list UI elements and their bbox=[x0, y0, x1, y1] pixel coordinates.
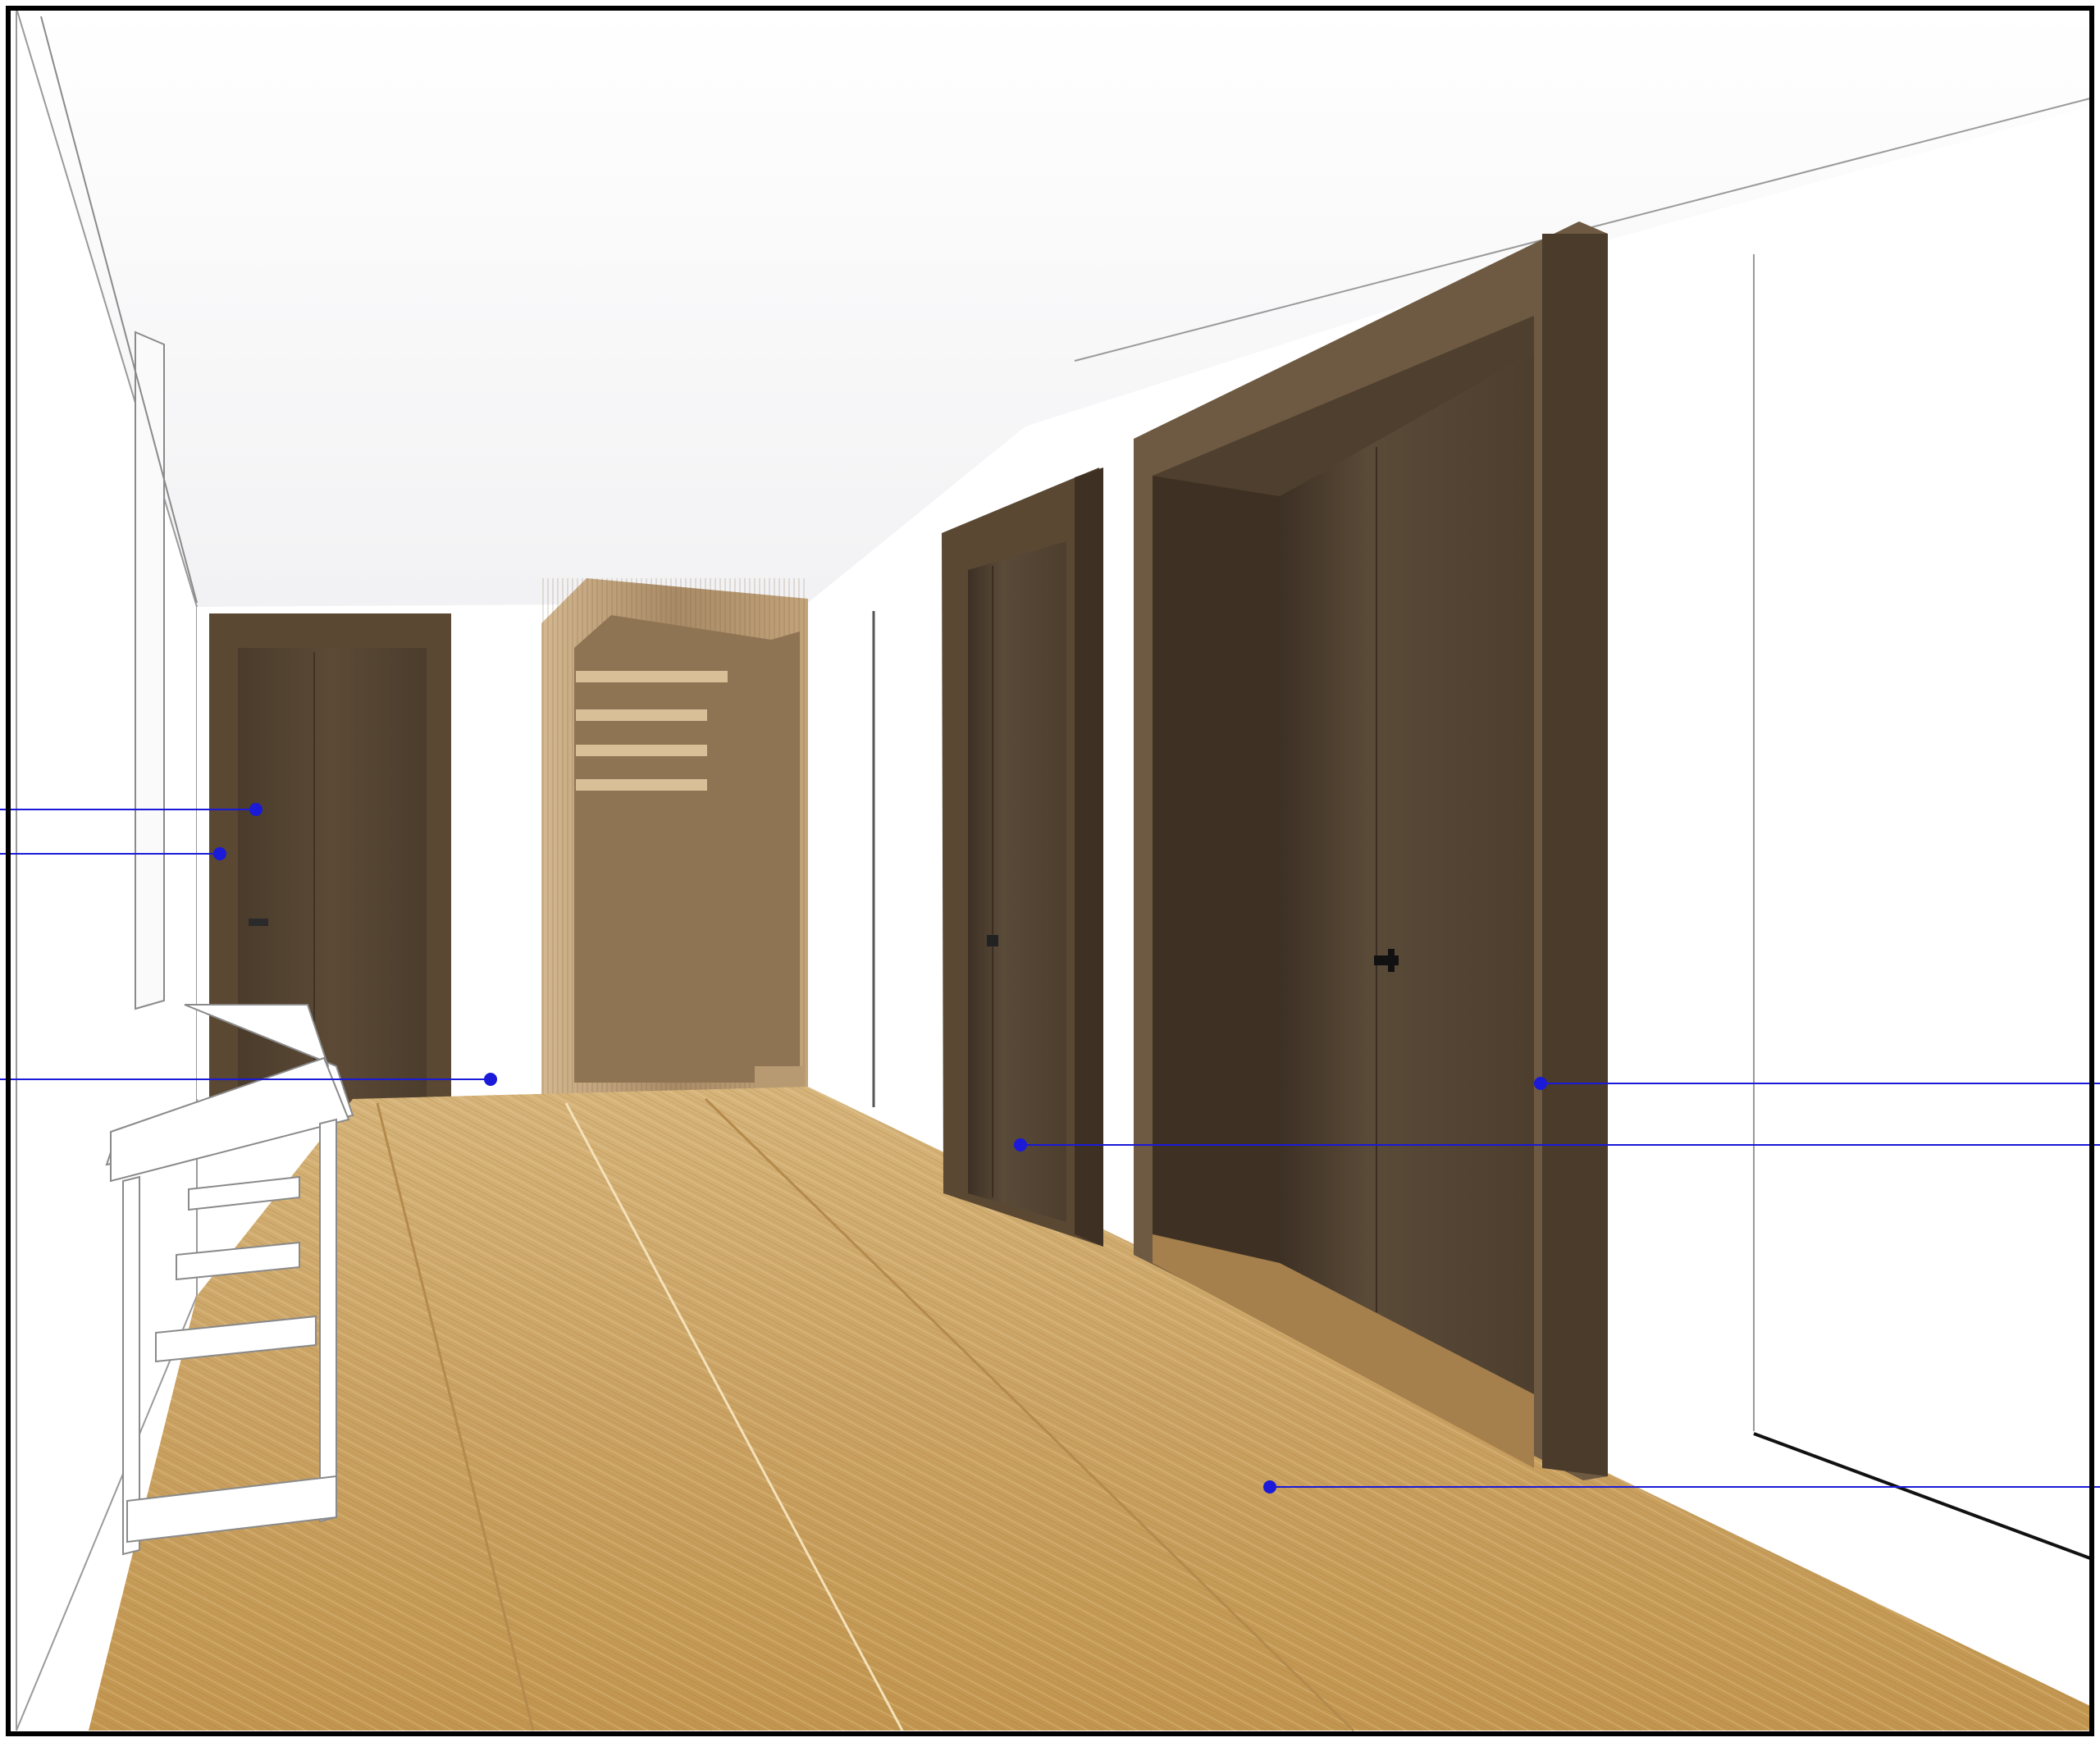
hallway-rendering bbox=[0, 6, 2100, 1736]
oak-niche-shelf-2 bbox=[576, 709, 707, 721]
left-wall-panel bbox=[135, 331, 165, 1010]
leader-4-dot bbox=[1534, 1077, 1547, 1090]
door-2-leaf bbox=[968, 541, 1066, 1222]
leader-3-dot bbox=[484, 1073, 497, 1086]
door-2-frame-side bbox=[1075, 467, 1103, 1247]
console-leg-left bbox=[122, 1175, 140, 1556]
wardrobe-handle bbox=[1374, 955, 1399, 965]
wardrobe-handle-stem bbox=[1388, 949, 1395, 972]
wardrobe-back bbox=[1280, 353, 1534, 1394]
oak-niche-shelf-4 bbox=[576, 779, 707, 791]
leader-6-dot bbox=[1263, 1480, 1276, 1493]
leader-1-dot bbox=[249, 803, 262, 816]
oak-niche-shelf-3 bbox=[576, 745, 707, 756]
end-door-handle bbox=[249, 919, 268, 926]
wardrobe-frame-side bbox=[1542, 234, 1608, 1476]
oak-niche-interior bbox=[574, 615, 800, 1083]
leader-5-dot bbox=[1014, 1138, 1027, 1151]
leader-2-dot bbox=[213, 847, 226, 860]
door-2-handle bbox=[987, 935, 998, 946]
oak-niche-shelf-1 bbox=[576, 671, 728, 682]
console-leg-right bbox=[319, 1118, 337, 1523]
